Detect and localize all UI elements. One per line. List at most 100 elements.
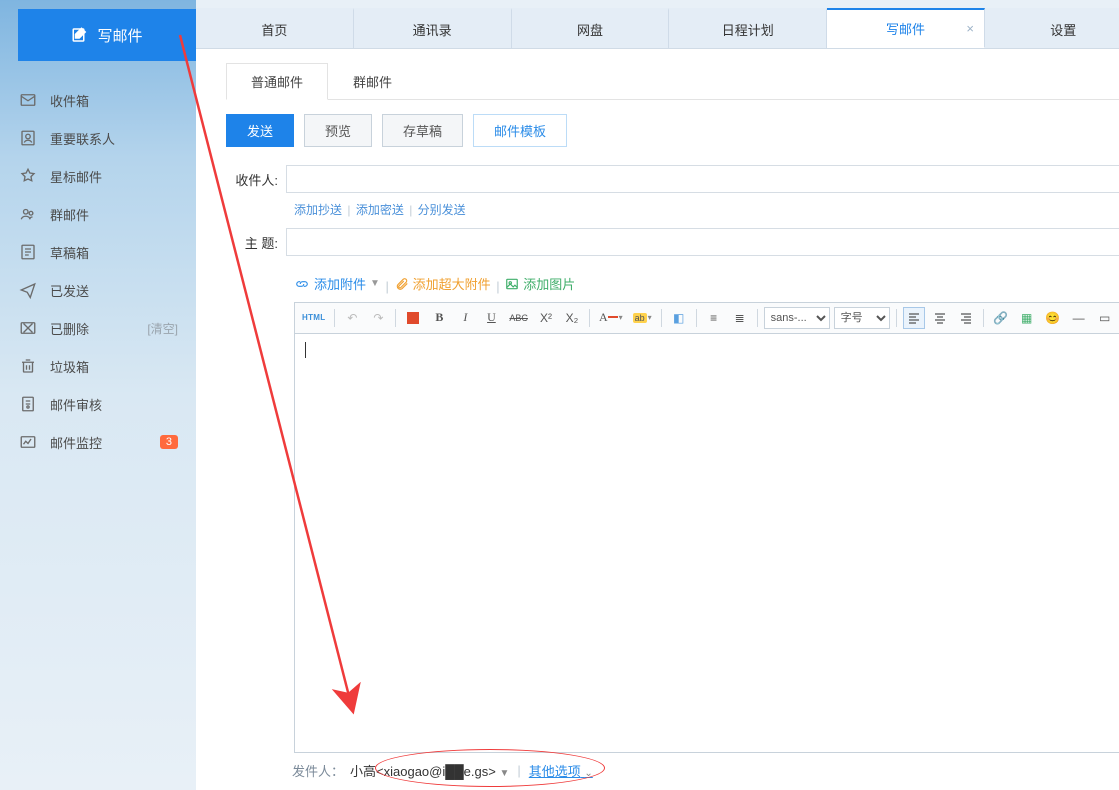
nav-label: 垃圾箱 xyxy=(50,357,178,376)
tab-netdisk[interactable]: 网盘 xyxy=(512,8,670,48)
nav-review[interactable]: 邮件审核 xyxy=(18,385,196,423)
close-icon[interactable]: × xyxy=(966,21,974,36)
send-button[interactable]: 发送 xyxy=(226,114,294,147)
subject-input[interactable] xyxy=(286,228,1119,256)
undo-button[interactable]: ↶ xyxy=(341,307,363,329)
subject-label: 主 题: xyxy=(226,233,286,252)
separator xyxy=(334,309,335,327)
contact-icon xyxy=(18,128,38,148)
align-center-button[interactable] xyxy=(929,307,951,329)
chevron-down-icon[interactable]: ▼ xyxy=(499,768,509,779)
separator xyxy=(896,309,897,327)
nav-starred[interactable]: 星标邮件 xyxy=(18,157,196,195)
nav-group-mail[interactable]: 群邮件 xyxy=(18,195,196,233)
nav-badge: 3 xyxy=(160,435,178,449)
separator xyxy=(589,309,590,327)
sender-value[interactable]: 小高<xiaogao@i██e.gs> ▼ xyxy=(350,761,509,780)
nav-sent[interactable]: 已发送 xyxy=(18,271,196,309)
nav-list: 收件箱 重要联系人 星标邮件 群邮件 草稿箱 已发送 xyxy=(0,81,196,461)
nav-clear-link[interactable]: [清空] xyxy=(147,320,178,337)
emoji-button[interactable]: 😊 xyxy=(1042,307,1064,329)
add-cc-link[interactable]: 添加抄送 xyxy=(294,203,342,217)
add-attachment-link[interactable]: 添加附件 ▼ xyxy=(294,274,380,293)
tab-contacts[interactable]: 通讯录 xyxy=(354,8,512,48)
highlight-button[interactable]: ab▾ xyxy=(630,307,655,329)
spam-icon xyxy=(18,356,38,376)
action-row: 发送 预览 存草稿 邮件模板 xyxy=(226,114,1119,147)
font-color-button[interactable]: A▾ xyxy=(596,307,626,329)
sender-name: 小高 xyxy=(350,764,376,779)
tab-home[interactable]: 首页 xyxy=(196,8,354,48)
sent-icon xyxy=(18,280,38,300)
tab-label: 网盘 xyxy=(577,20,603,39)
recipient-options: 添加抄送 | 添加密送 | 分别发送 xyxy=(294,201,1119,218)
nav-drafts[interactable]: 草稿箱 xyxy=(18,233,196,271)
compose-sub-tabs: 普通邮件 群邮件 xyxy=(226,63,1119,100)
editor-body[interactable] xyxy=(295,334,1119,753)
template-button[interactable]: 邮件模板 xyxy=(473,114,567,147)
font-size-select[interactable]: 字号 xyxy=(834,307,890,329)
strikethrough-button[interactable]: ABC xyxy=(506,307,531,329)
sidebar: 写邮件 收件箱 重要联系人 星标邮件 群邮件 草稿箱 xyxy=(0,0,196,790)
align-left-button[interactable] xyxy=(903,307,925,329)
superscript-button[interactable]: X² xyxy=(535,307,557,329)
compose-button[interactable]: 写邮件 xyxy=(18,9,196,61)
recipient-row: 收件人: xyxy=(226,165,1119,193)
other-options-link[interactable]: 其他选项 ⌄ xyxy=(529,761,593,780)
unordered-list-button[interactable]: ≣ xyxy=(729,307,751,329)
separator xyxy=(661,309,662,327)
nav-monitor[interactable]: 邮件监控 3 xyxy=(18,423,196,461)
ordered-list-button[interactable]: ≡ xyxy=(703,307,725,329)
align-right-button[interactable] xyxy=(955,307,977,329)
subtab-group[interactable]: 群邮件 xyxy=(328,63,417,100)
add-bcc-link[interactable]: 添加密送 xyxy=(356,203,404,217)
add-image-link[interactable]: 添加图片 xyxy=(505,274,575,293)
nav-label: 群邮件 xyxy=(50,205,178,224)
separator xyxy=(395,309,396,327)
insert-link-button[interactable]: 🔗 xyxy=(990,307,1012,329)
tab-label: 首页 xyxy=(261,20,287,39)
recipient-input[interactable] xyxy=(286,165,1119,193)
insert-table-button[interactable]: ▦ xyxy=(1016,307,1038,329)
separator xyxy=(983,309,984,327)
tab-compose[interactable]: 写邮件 × xyxy=(827,8,985,48)
nav-label: 邮件审核 xyxy=(50,395,178,414)
attach-label: 添加附件 xyxy=(314,274,366,293)
separator: | xyxy=(386,279,389,294)
html-source-button[interactable]: HTML xyxy=(299,307,328,329)
nav-label: 重要联系人 xyxy=(50,129,178,148)
tab-settings[interactable]: 设置× xyxy=(985,8,1119,48)
fullscreen-button[interactable]: ▭ xyxy=(1094,307,1116,329)
subtab-normal[interactable]: 普通邮件 xyxy=(226,63,328,100)
add-large-attachment-link[interactable]: 添加超大附件 xyxy=(395,274,491,293)
nav-important-contacts[interactable]: 重要联系人 xyxy=(18,119,196,157)
save-draft-button[interactable]: 存草稿 xyxy=(382,114,463,147)
eraser-button[interactable]: ◧ xyxy=(668,307,690,329)
underline-button[interactable]: U xyxy=(480,307,502,329)
redo-button[interactable]: ↷ xyxy=(367,307,389,329)
nav-label: 已发送 xyxy=(50,281,178,300)
split-send-link[interactable]: 分别发送 xyxy=(418,203,466,217)
tab-label: 写邮件 xyxy=(886,19,925,38)
tab-schedule[interactable]: 日程计划 xyxy=(669,8,827,48)
nav-label: 草稿箱 xyxy=(50,243,178,262)
hr-button[interactable]: — xyxy=(1068,307,1090,329)
separator: | xyxy=(347,203,350,217)
attach-label: 添加超大附件 xyxy=(413,274,491,293)
nav-deleted[interactable]: 已删除 [清空] xyxy=(18,309,196,347)
italic-button[interactable]: I xyxy=(454,307,476,329)
subscript-button[interactable]: X₂ xyxy=(561,307,583,329)
color-button[interactable] xyxy=(402,307,424,329)
font-family-select[interactable]: sans-... xyxy=(764,307,830,329)
chevron-down-icon: ▼ xyxy=(370,278,380,289)
nav-inbox[interactable]: 收件箱 xyxy=(18,81,196,119)
nav-spam[interactable]: 垃圾箱 xyxy=(18,347,196,385)
bold-button[interactable]: B xyxy=(428,307,450,329)
group-icon xyxy=(18,204,38,224)
tab-label: 设置 xyxy=(1050,20,1076,39)
mail-icon xyxy=(18,90,38,110)
separator xyxy=(696,309,697,327)
subtab-label: 普通邮件 xyxy=(251,75,303,90)
separator: | xyxy=(517,763,520,778)
preview-button[interactable]: 预览 xyxy=(304,114,372,147)
